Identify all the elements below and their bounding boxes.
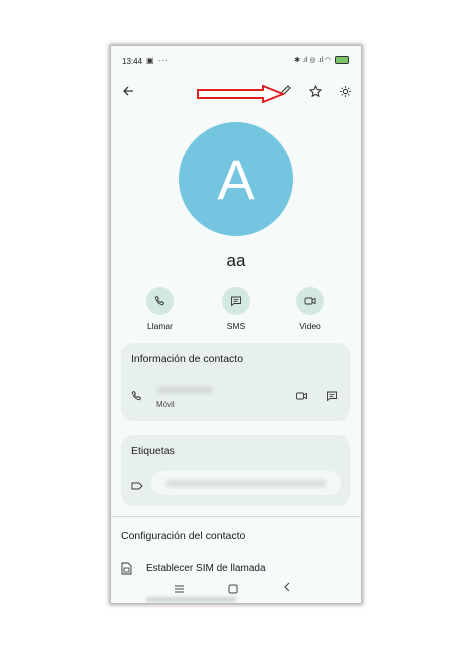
menu-icon[interactable] xyxy=(174,581,185,599)
system-icons: ✱ .ıl ◎ .ıl ◠ xyxy=(294,56,349,65)
video-label: Video xyxy=(299,321,321,331)
back-arrow-icon[interactable] xyxy=(118,81,138,101)
video-action[interactable]: Video xyxy=(285,287,335,331)
contact-settings-title: Configuración del contacto xyxy=(121,530,246,542)
tags-title: Etiquetas xyxy=(131,445,175,457)
phone-type: Móvil xyxy=(156,400,175,409)
set-sim-label: Establecer SIM de llamada xyxy=(146,563,266,574)
message-icon[interactable] xyxy=(326,389,338,407)
home-square-icon[interactable] xyxy=(228,581,238,599)
back-chevron-icon[interactable] xyxy=(283,580,291,598)
phone-screen: 13:44 ▣ ··· ✱ .ıl ◎ .ıl ◠ A aa Llamar SM… xyxy=(111,46,361,603)
annotation-red-arrow xyxy=(197,85,286,103)
system-icons-text: ✱ .ıl ◎ .ıl ◠ xyxy=(294,57,332,64)
contact-info-card: Información de contacto Móvil xyxy=(121,343,350,421)
blurred-tag-text xyxy=(166,480,326,487)
contact-avatar: A xyxy=(179,122,293,236)
battery-icon xyxy=(335,56,349,65)
status-time: 13:44 xyxy=(122,57,143,66)
notification-icons: ▣ ··· xyxy=(146,56,169,65)
label-tag-icon xyxy=(131,478,143,496)
system-navigation-bar xyxy=(111,577,361,597)
phone-icon[interactable] xyxy=(131,389,143,407)
contact-name: aa xyxy=(226,251,246,270)
sms-action[interactable]: SMS xyxy=(211,287,261,331)
contact-settings-icon[interactable] xyxy=(335,81,355,101)
blurred-phone-number[interactable] xyxy=(157,386,213,394)
status-bar: 13:44 ▣ ··· ✱ .ıl ◎ .ıl ◠ xyxy=(111,46,361,76)
hidden-row-text xyxy=(146,597,236,602)
divider xyxy=(111,516,361,517)
phone-icon xyxy=(146,287,174,315)
contact-info-title: Información de contacto xyxy=(131,353,244,365)
sms-label: SMS xyxy=(226,321,246,331)
favorite-star-icon[interactable] xyxy=(305,81,325,101)
call-label: Llamar xyxy=(147,321,173,331)
video-icon xyxy=(296,287,324,315)
call-action[interactable]: Llamar xyxy=(135,287,185,331)
video-call-icon[interactable] xyxy=(295,389,308,407)
tags-card: Etiquetas xyxy=(121,435,350,506)
message-icon xyxy=(222,287,250,315)
